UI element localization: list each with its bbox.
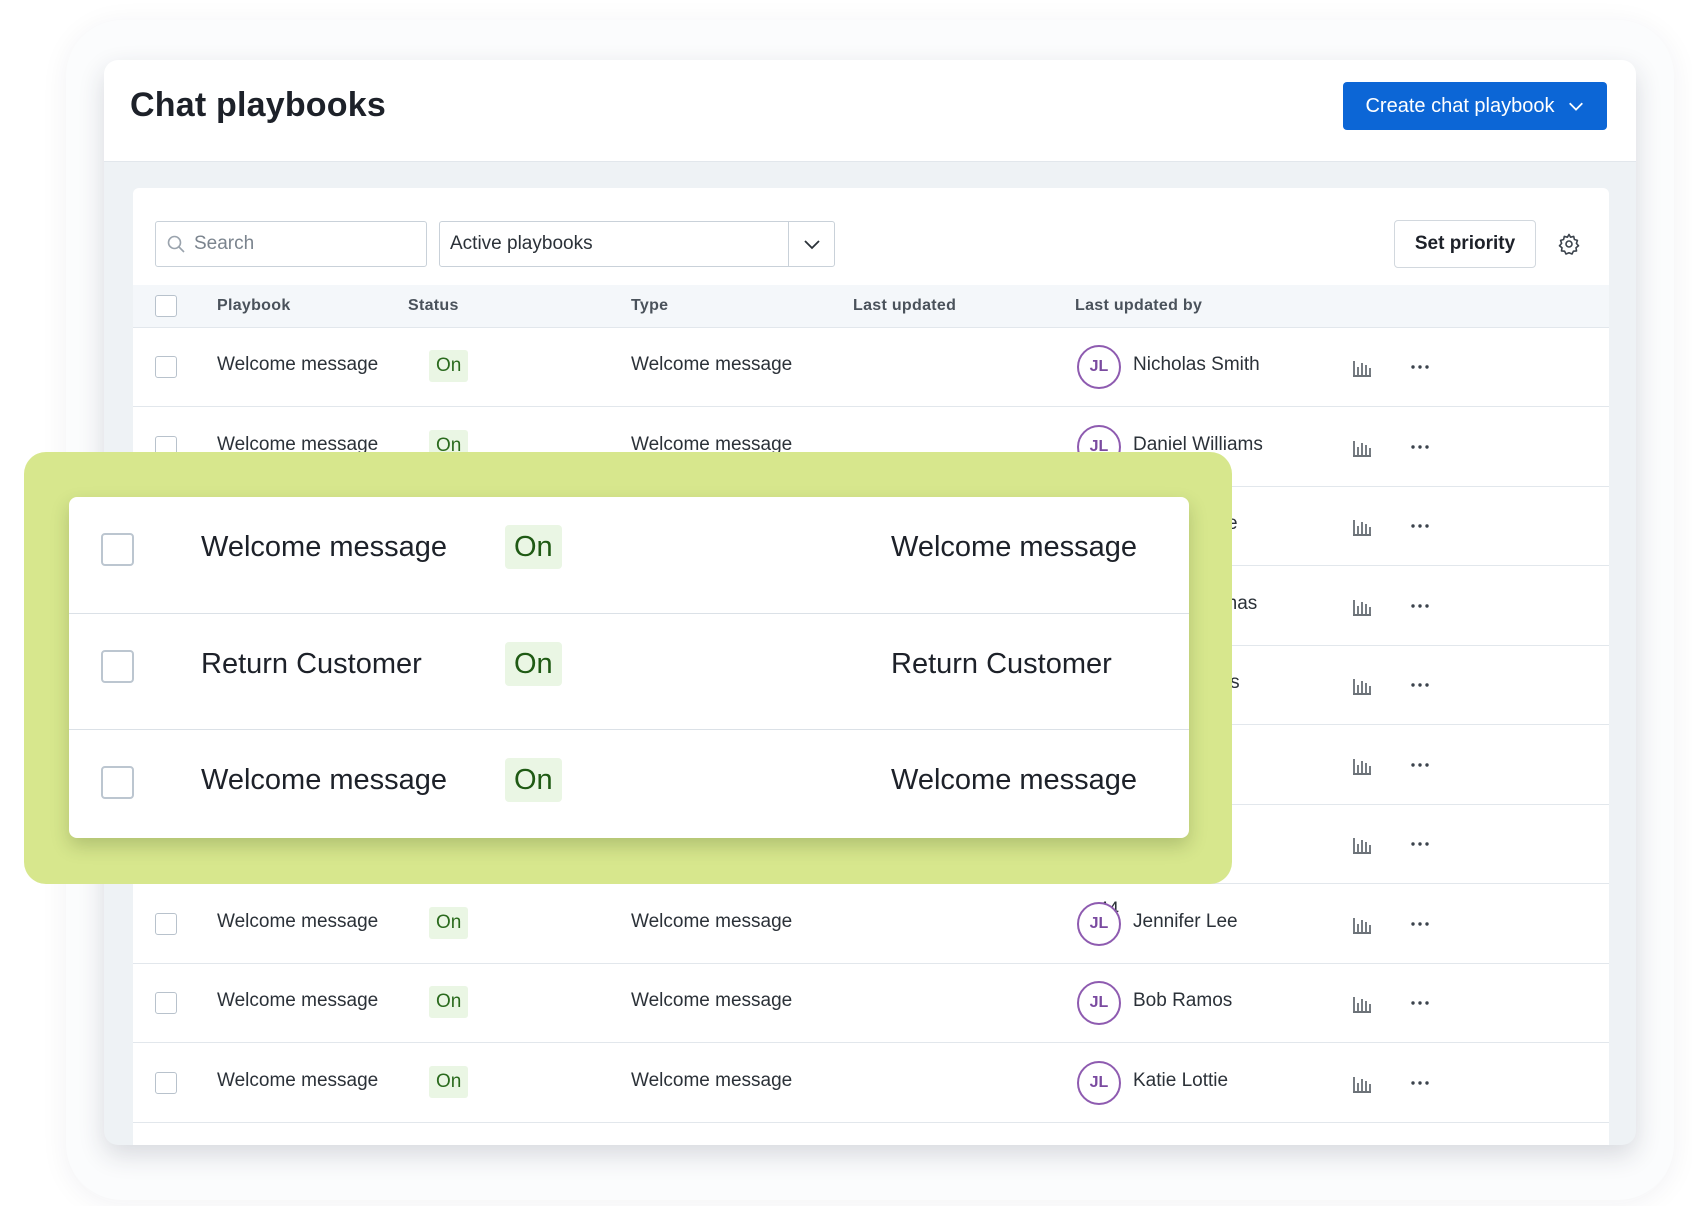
column-header-playbook[interactable]: Playbook bbox=[217, 297, 291, 315]
row-checkbox[interactable] bbox=[155, 913, 177, 935]
playbook-name[interactable]: Welcome message bbox=[217, 990, 378, 1012]
avatar: JL bbox=[1077, 902, 1121, 946]
zoom-row[interactable]: Return Customer On Return Customer bbox=[69, 613, 1189, 729]
playbook-type: Welcome message bbox=[631, 354, 793, 375]
column-header-type[interactable]: Type bbox=[631, 297, 668, 315]
more-horizontal-icon[interactable] bbox=[1409, 833, 1431, 855]
avatar-initials: JL bbox=[1089, 358, 1109, 375]
zoom-status-badge: On bbox=[505, 642, 562, 686]
row-checkbox[interactable] bbox=[155, 356, 177, 378]
bar-chart-icon[interactable] bbox=[1351, 992, 1373, 1014]
playbook-name[interactable]: Welcome message bbox=[217, 354, 378, 376]
filter-dropdown-toggle[interactable] bbox=[788, 222, 834, 266]
avatar-initials: JL bbox=[1089, 915, 1109, 932]
avatar: JL bbox=[1077, 981, 1121, 1025]
table-row[interactable]: Welcome messageOnWelcome message32JLNich… bbox=[133, 328, 1609, 407]
bar-chart-icon[interactable] bbox=[1351, 754, 1373, 776]
row-checkbox[interactable] bbox=[155, 1072, 177, 1094]
more-horizontal-icon[interactable] bbox=[1409, 992, 1431, 1014]
status-badge: On bbox=[429, 350, 469, 382]
zoom-playbook-name: Welcome message bbox=[201, 764, 448, 796]
bar-chart-icon[interactable] bbox=[1351, 436, 1373, 458]
bar-chart-icon[interactable] bbox=[1351, 515, 1373, 537]
column-header-status[interactable]: Status bbox=[408, 297, 459, 315]
more-horizontal-icon[interactable] bbox=[1409, 595, 1431, 617]
filter-value: Active playbooks bbox=[450, 233, 593, 254]
search-icon bbox=[167, 235, 185, 253]
avatar-initials: JL bbox=[1089, 994, 1109, 1011]
playbook-name[interactable]: Welcome message bbox=[217, 1070, 378, 1092]
zoom-row[interactable]: Welcome message On Welcome message bbox=[69, 497, 1189, 613]
table-header: Playbook Status Type Last updated Last u… bbox=[133, 285, 1609, 328]
search-input[interactable] bbox=[194, 233, 394, 255]
create-button-label: Create chat playbook bbox=[1365, 94, 1555, 117]
zoom-playbook-type: Welcome message bbox=[891, 764, 1138, 796]
zoom-status-badge: On bbox=[505, 525, 562, 569]
playbook-name[interactable]: Welcome message bbox=[217, 911, 378, 933]
playbook-filter-select[interactable]: Active playbooks bbox=[439, 221, 835, 267]
more-horizontal-icon[interactable] bbox=[1409, 436, 1431, 458]
more-horizontal-icon[interactable] bbox=[1409, 913, 1431, 935]
more-horizontal-icon[interactable] bbox=[1409, 515, 1431, 537]
zoom-status-badge: On bbox=[505, 758, 562, 802]
zoom-panel: Welcome message On Welcome message Retur… bbox=[69, 497, 1189, 838]
create-chat-playbook-button[interactable]: Create chat playbook bbox=[1343, 82, 1607, 130]
set-priority-button[interactable]: Set priority bbox=[1394, 220, 1536, 268]
bar-chart-icon[interactable] bbox=[1351, 595, 1373, 617]
search-box[interactable] bbox=[155, 221, 427, 267]
more-horizontal-icon[interactable] bbox=[1409, 1072, 1431, 1094]
updated-by-name: Bob Ramos bbox=[1133, 990, 1233, 1011]
zoom-playbook-type: Welcome message bbox=[891, 531, 1138, 563]
zoom-playbook-type: Return Customer bbox=[891, 648, 1112, 680]
bar-chart-icon[interactable] bbox=[1351, 356, 1373, 378]
zoom-row-checkbox[interactable] bbox=[101, 533, 134, 566]
zoom-row-checkbox[interactable] bbox=[101, 766, 134, 799]
gear-icon[interactable] bbox=[1557, 232, 1581, 256]
more-horizontal-icon[interactable] bbox=[1409, 754, 1431, 776]
avatar: JL bbox=[1077, 1061, 1121, 1105]
bar-chart-icon[interactable] bbox=[1351, 833, 1373, 855]
more-horizontal-icon[interactable] bbox=[1409, 356, 1431, 378]
bar-chart-icon[interactable] bbox=[1351, 913, 1373, 935]
avatar-initials: JL bbox=[1089, 1074, 1109, 1091]
playbook-type: Welcome message bbox=[631, 990, 793, 1011]
bar-chart-icon[interactable] bbox=[1351, 674, 1373, 696]
status-badge: On bbox=[429, 986, 469, 1018]
bar-chart-icon[interactable] bbox=[1351, 1072, 1373, 1094]
more-horizontal-icon[interactable] bbox=[1409, 674, 1431, 696]
column-header-last-updated-by[interactable]: Last updated by bbox=[1075, 297, 1202, 315]
status-badge: On bbox=[429, 907, 469, 939]
chevron-down-icon bbox=[803, 240, 820, 250]
table-row[interactable]: Welcome messageOnWelcome message12JLBob … bbox=[133, 964, 1609, 1043]
zoom-playbook-name: Return Customer bbox=[201, 648, 422, 680]
table-row[interactable]: Welcome messageOnWelcome message5JLKatie… bbox=[133, 1044, 1609, 1123]
updated-by-name: Katie Lottie bbox=[1133, 1070, 1229, 1091]
zoom-playbook-name: Welcome message bbox=[201, 531, 448, 563]
zoom-row-checkbox[interactable] bbox=[101, 650, 134, 683]
select-all-checkbox[interactable] bbox=[155, 295, 177, 317]
column-header-last-updated[interactable]: Last updated bbox=[853, 297, 956, 315]
row-checkbox[interactable] bbox=[155, 992, 177, 1014]
playbook-type: Welcome message bbox=[631, 1070, 793, 1091]
updated-by-name: Nicholas Smith bbox=[1133, 354, 1260, 375]
page-title: Chat playbooks bbox=[130, 86, 386, 124]
playbook-type: Welcome message bbox=[631, 911, 793, 932]
chevron-down-icon bbox=[1568, 102, 1583, 111]
zoom-row[interactable]: Welcome message On Welcome message bbox=[69, 729, 1189, 838]
app-header: Chat playbooks Create chat playbook bbox=[104, 60, 1636, 162]
avatar: JL bbox=[1077, 345, 1121, 389]
updated-by-name: Jennifer Lee bbox=[1133, 911, 1238, 932]
status-badge: On bbox=[429, 1066, 469, 1098]
stage: Chat playbooks Create chat playbook Acti… bbox=[0, 0, 1692, 1206]
table-row[interactable]: Welcome messageOnWelcome message44JLJenn… bbox=[133, 885, 1609, 964]
